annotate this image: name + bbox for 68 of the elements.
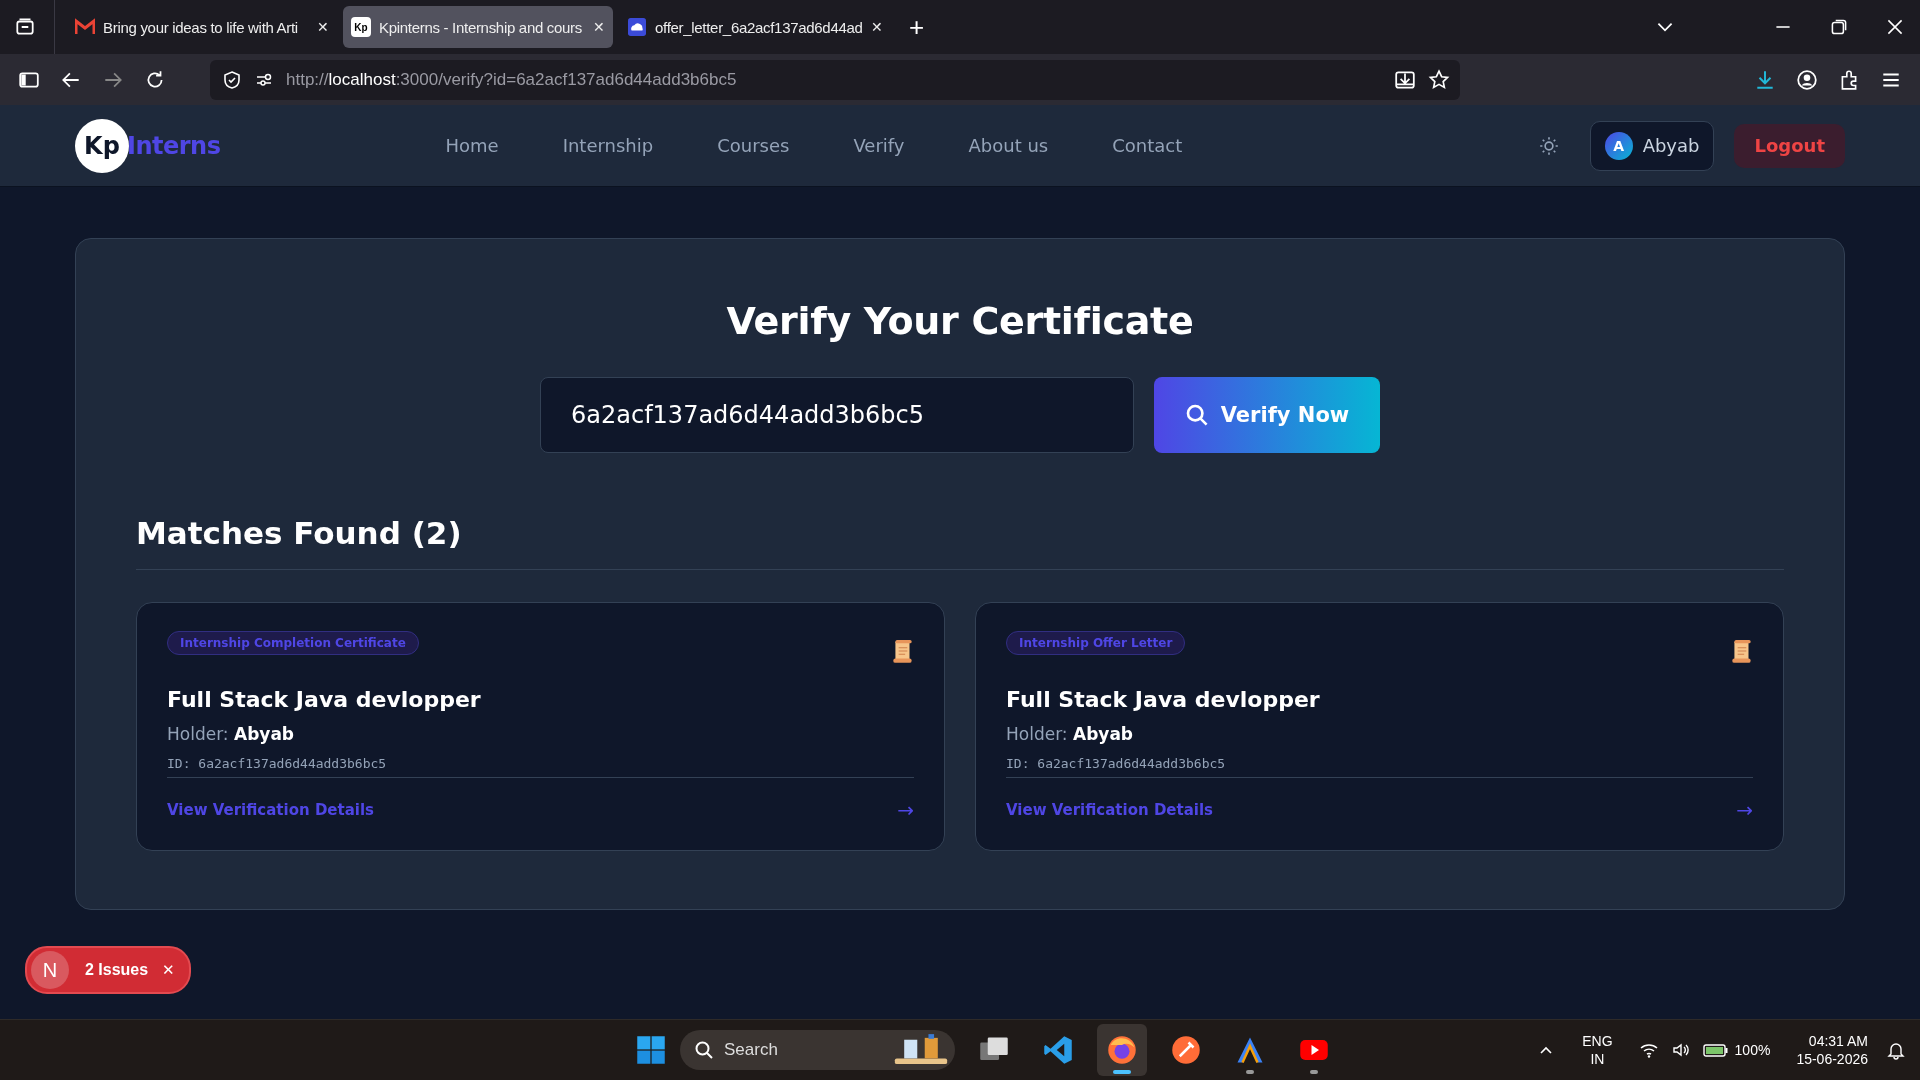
mail-icon: [75, 18, 95, 36]
sun-icon[interactable]: [1537, 134, 1560, 157]
new-tab-button[interactable]: +: [909, 11, 925, 43]
tab-title: offer_letter_6a2acf137ad6d44ad: [655, 18, 863, 36]
course-title: Full Stack Java devlopper: [1006, 687, 1321, 712]
browser-tab[interactable]: offer_letter_6a2acf137ad6d44ad ✕: [619, 6, 889, 48]
start-icon[interactable]: [636, 1035, 666, 1065]
framework-logo: N: [31, 951, 69, 989]
tab-title: Kpinterns - Internship and cours: [379, 18, 583, 36]
clock-date[interactable]: 15-06-2026: [1796, 1050, 1868, 1069]
shield-icon: [222, 69, 242, 90]
cloud-icon: [627, 18, 647, 36]
nav-link[interactable]: Home: [445, 135, 499, 156]
account-icon[interactable]: [1796, 68, 1818, 91]
dismiss-button[interactable]: ✕: [162, 961, 176, 979]
search-highlight-drawing: [893, 1034, 949, 1066]
region-text[interactable]: IN: [1590, 1050, 1605, 1069]
scroll-icon: [1731, 639, 1753, 665]
tab-title: Bring your ideas to life with Arti: [103, 18, 299, 36]
nav-link[interactable]: Contact: [1112, 135, 1183, 156]
browser-tab[interactable]: Bring your ideas to life with Arti ✕: [67, 6, 337, 48]
user-name: Abyab: [1642, 135, 1700, 156]
search-icon: [694, 1040, 714, 1060]
running-indicator: [1113, 1070, 1131, 1074]
peak-icon: [1235, 1035, 1265, 1065]
certificate-id: ID: 6a2acf137ad6d44add3b6bc5: [167, 756, 914, 778]
user-menu-button[interactable]: A Abyab: [1589, 120, 1715, 171]
holder-text: Holder: Abyab: [1006, 724, 1135, 744]
document-type-tag: Internship Completion Certificate: [167, 631, 419, 655]
language-text[interactable]: ENG: [1582, 1031, 1613, 1050]
nav-link[interactable]: Verify: [853, 135, 905, 156]
issues-badge[interactable]: N 2 Issues ✕: [25, 946, 192, 994]
url-text: http://localhost:3000/verify?id=6a2acf137ad6d44add3b6bc5: [286, 69, 737, 90]
nav-link[interactable]: About us: [968, 135, 1049, 156]
site-favicon: Kp: [351, 17, 371, 37]
close-tab-button[interactable]: ✕: [593, 19, 605, 35]
logo-mark[interactable]: Kp: [75, 118, 129, 173]
nav-link[interactable]: Courses: [717, 135, 790, 156]
user-avatar: A: [1604, 131, 1633, 160]
code-editor-icon: [1043, 1035, 1073, 1065]
save-page-icon[interactable]: [1394, 68, 1416, 91]
holder-text: Holder: Abyab: [167, 724, 296, 744]
download-icon[interactable]: [1754, 68, 1776, 91]
search-icon: [1184, 403, 1209, 427]
verify-now-button[interactable]: Verify Now: [1154, 377, 1380, 453]
browser-tab[interactable]: Kp Kpinterns - Internship and cours ✕: [343, 6, 613, 48]
close-tab-button[interactable]: ✕: [870, 19, 883, 35]
page-title: Verify Your Certificate: [725, 299, 1195, 343]
taskbar-app[interactable]: [1097, 1024, 1147, 1076]
issues-count: 2 Issues: [85, 961, 149, 979]
certificate-id: ID: 6a2acf137ad6d44add3b6bc5: [1006, 756, 1753, 778]
battery-percent: 100%: [1734, 1042, 1771, 1058]
scroll-icon: [892, 639, 914, 665]
running-indicator: [1246, 1070, 1254, 1074]
nav-link[interactable]: Internship: [562, 135, 654, 156]
bookmark-star-icon[interactable]: [1428, 68, 1450, 91]
clock-time[interactable]: 04:31 AM: [1808, 1031, 1868, 1050]
address-bar[interactable]: http://localhost:3000/verify?id=6a2acf137ad6d44add3b6bc5: [210, 59, 1460, 100]
close-tab-button[interactable]: ✕: [317, 19, 329, 35]
logout-button[interactable]: Logout: [1734, 123, 1845, 168]
browser-icon: [1107, 1035, 1137, 1065]
course-title: Full Stack Java devlopper: [167, 687, 482, 712]
running-indicator: [1310, 1070, 1318, 1074]
certificate-id-field[interactable]: 6a2acf137ad6d44add3b6bc5: [540, 377, 1134, 453]
taskbar-search-field[interactable]: Search: [680, 1030, 955, 1070]
document-type-tag: Internship Offer Letter: [1006, 631, 1186, 655]
notification-bell-icon[interactable]: [1886, 1040, 1906, 1060]
matches-heading: Matches Found (2): [136, 515, 1784, 570]
